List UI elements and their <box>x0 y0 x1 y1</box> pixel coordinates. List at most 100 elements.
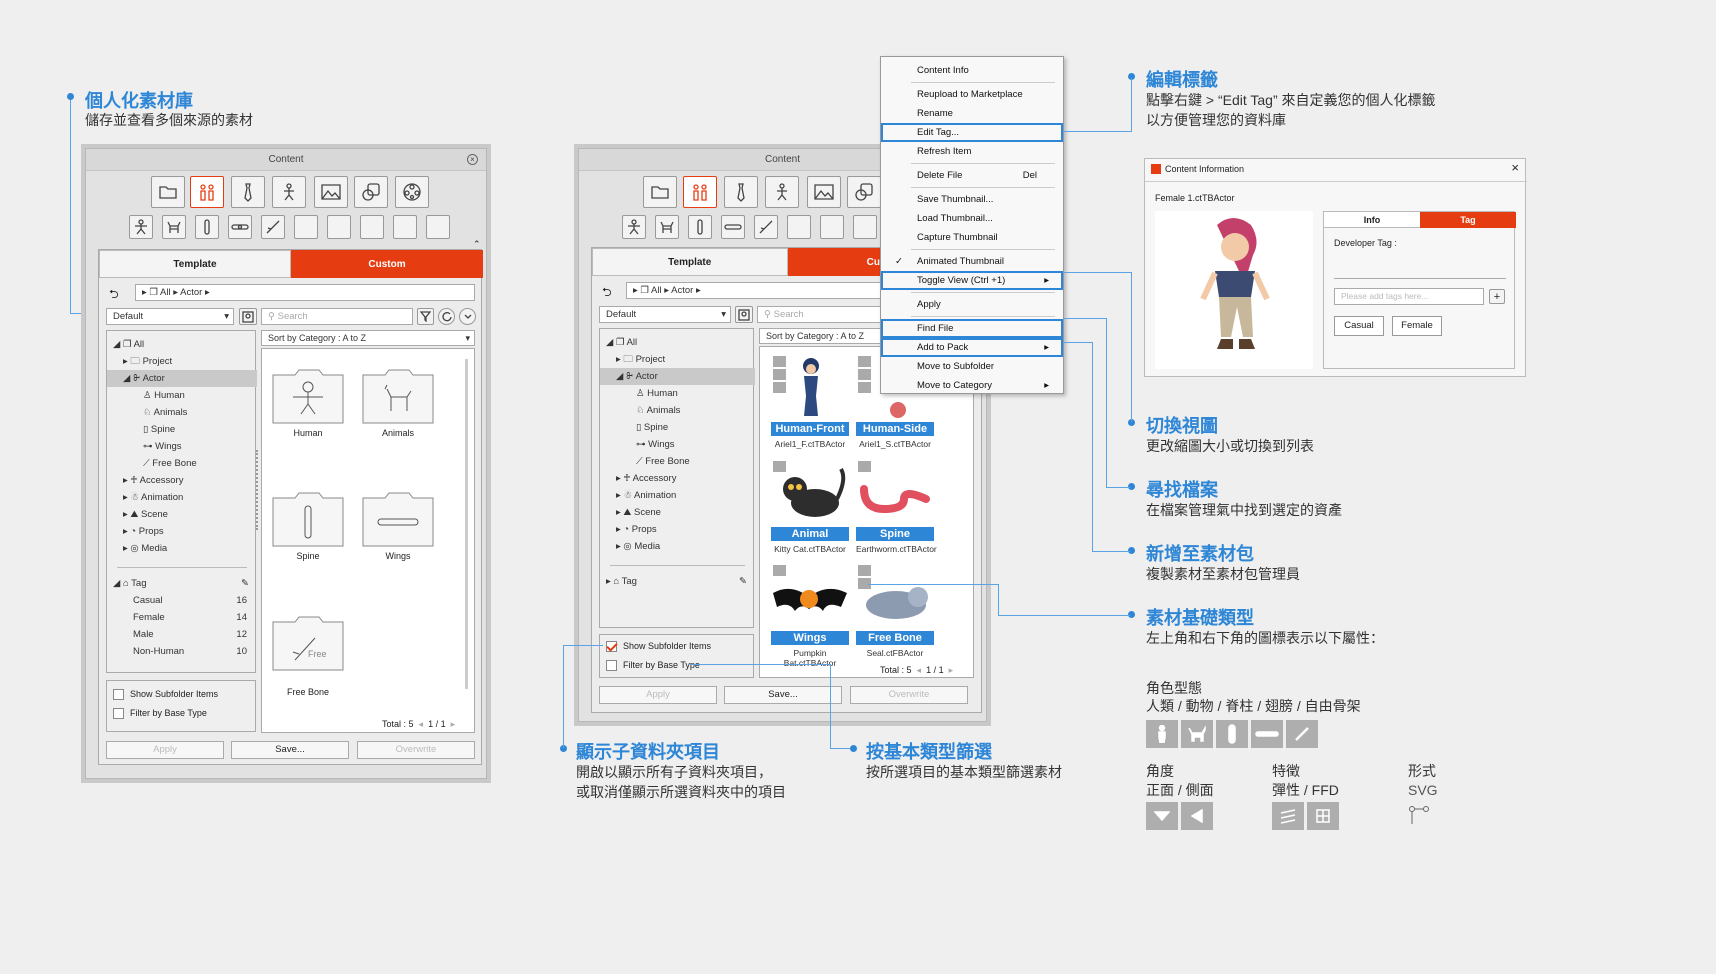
tree-item-spine[interactable]: ▯ Spine <box>107 421 257 438</box>
menu-item-move-category[interactable]: Move to Category ▸ <box>881 376 1063 395</box>
tree-item-free-bone[interactable]: ⟋ Free Bone <box>107 455 257 472</box>
show-subfolder-checkbox[interactable]: Show Subfolder Items <box>606 641 711 653</box>
media-type-icon[interactable] <box>395 176 429 208</box>
tree-item-project[interactable]: ▸ 🗀 Project <box>600 351 755 368</box>
tree-item-scene[interactable]: ▸ ⛰ Scene <box>107 506 257 523</box>
show-subfolder-checkbox[interactable]: Show Subfolder Items <box>113 689 218 701</box>
tab-custom[interactable]: Custom <box>291 250 483 278</box>
menu-item-delete[interactable]: Delete File Del <box>881 166 1063 185</box>
refresh-icon[interactable] <box>438 308 455 325</box>
empty-filter-slot[interactable] <box>426 215 450 239</box>
overwrite-button[interactable]: Overwrite <box>850 686 968 704</box>
folder-type-icon[interactable] <box>151 176 185 208</box>
filter-base-type-checkbox[interactable]: Filter by Base Type <box>606 660 700 672</box>
menu-item-find-file[interactable]: Find File <box>881 319 1063 338</box>
spine-filter-icon[interactable] <box>195 215 219 239</box>
filter-icon[interactable] <box>417 308 434 325</box>
empty-filter-slot[interactable] <box>787 215 811 239</box>
thumb-free-bone[interactable]: Free Bone Seal.ctFBActor <box>856 563 934 658</box>
tree-item-all[interactable]: ◢ ❐ All <box>600 334 755 351</box>
wings-filter-icon[interactable] <box>721 215 745 239</box>
tree-item-accessory[interactable]: ▸ ♰ Accessory <box>107 472 257 489</box>
save-button[interactable]: Save... <box>724 686 842 704</box>
overwrite-button[interactable]: Overwrite <box>357 741 475 759</box>
tag-item[interactable]: Non-Human 10 <box>107 643 257 660</box>
folder-free-bone[interactable] <box>271 614 345 672</box>
tree-item-scene[interactable]: ▸ ⛰ Scene <box>600 504 755 521</box>
tree-item-tag[interactable]: ◢ ⌂ Tag ✎ <box>107 575 257 592</box>
props-type-icon[interactable] <box>847 176 881 208</box>
actor-type-icon[interactable] <box>683 176 717 208</box>
scene-type-icon[interactable] <box>314 176 348 208</box>
close-icon[interactable]: × <box>1511 160 1519 175</box>
tree-item-actor[interactable]: ◢ ꔬ Actor <box>600 368 755 385</box>
apply-button[interactable]: Apply <box>106 741 224 759</box>
tree-item-media[interactable]: ▸ ◎ Media <box>107 540 257 557</box>
tree-item-spine[interactable]: ▯ Spine <box>600 419 755 436</box>
tree-item-animation[interactable]: ▸ ☃ Animation <box>107 489 257 506</box>
close-icon[interactable]: × <box>467 154 478 165</box>
animation-type-icon[interactable] <box>272 176 306 208</box>
folder-human[interactable] <box>271 367 345 425</box>
thumb-wings[interactable]: Wings Pumpkin Bat.ctTBActor <box>771 563 849 668</box>
tab-template[interactable]: Template <box>99 250 291 278</box>
tree-item-free-bone[interactable]: ⟋ Free Bone <box>600 453 755 470</box>
back-icon[interactable]: ⮌ <box>109 285 119 306</box>
tree-item-accessory[interactable]: ▸ ♰ Accessory <box>600 470 755 487</box>
edit-pencil-icon[interactable]: ✎ <box>739 573 747 590</box>
menu-item-edit-tag[interactable]: Edit Tag... <box>881 123 1063 142</box>
filter-base-type-checkbox[interactable]: Filter by Base Type <box>113 708 207 720</box>
tag-item[interactable]: Female 14 <box>107 609 257 626</box>
tree-item-actor[interactable]: ◢ ꔬ Actor <box>107 370 257 387</box>
tree-item-tag[interactable]: ▸ ⌂ Tag ✎ <box>600 573 755 590</box>
human-filter-icon[interactable] <box>622 215 646 239</box>
tree-item-human[interactable]: ♙ Human <box>107 387 257 404</box>
scene-type-icon[interactable] <box>807 176 841 208</box>
menu-item-rename[interactable]: Rename <box>881 104 1063 123</box>
tree-item-wings[interactable]: ⊶ Wings <box>600 436 755 453</box>
crumb-all[interactable]: All <box>160 287 171 298</box>
tree-item-all[interactable]: ◢ ❐ All <box>107 336 257 353</box>
tree-item-wings[interactable]: ⊶ Wings <box>107 438 257 455</box>
tab-template[interactable]: Template <box>592 248 788 276</box>
edit-pencil-icon[interactable]: ✎ <box>241 575 249 592</box>
tag-chip[interactable]: Casual <box>1334 316 1384 336</box>
menu-item-save-thumb[interactable]: Save Thumbnail... <box>881 190 1063 209</box>
search-input[interactable]: ⚲ Search <box>261 308 413 325</box>
tree-item-human[interactable]: ♙ Human <box>600 385 755 402</box>
thumb-spine[interactable]: Spine Earthworm.ctTBActor <box>856 459 937 554</box>
empty-filter-slot[interactable] <box>393 215 417 239</box>
menu-item-refresh[interactable]: Refresh Item <box>881 142 1063 161</box>
save-button[interactable]: Save... <box>231 741 349 759</box>
tag-item[interactable]: Casual 16 <box>107 592 257 609</box>
back-icon[interactable]: ⮌ <box>602 283 612 304</box>
library-select[interactable]: Default ▾ <box>599 306 731 323</box>
accessory-type-icon[interactable] <box>724 176 758 208</box>
folder-wings[interactable] <box>361 490 435 548</box>
menu-item-capture-thumb[interactable]: Capture Thumbnail <box>881 228 1063 247</box>
thumb-human-front[interactable]: Human-Front Ariel1_F.ctTBActor <box>771 354 849 449</box>
tree-item-animation[interactable]: ▸ ☃ Animation <box>600 487 755 504</box>
accessory-type-icon[interactable] <box>231 176 265 208</box>
user-library-icon[interactable] <box>735 306 753 323</box>
free-bone-filter-icon[interactable] <box>754 215 778 239</box>
tag-chip[interactable]: Female <box>1392 316 1442 336</box>
options-icon[interactable] <box>459 308 476 325</box>
empty-filter-slot[interactable] <box>820 215 844 239</box>
sort-select[interactable]: Sort by Category : A to Z ▾ <box>261 330 475 346</box>
free-bone-filter-icon[interactable] <box>261 215 285 239</box>
menu-item-content-info[interactable]: Content Info <box>881 61 1063 80</box>
tab-info[interactable]: Info <box>1324 212 1420 228</box>
menu-item-add-to-pack[interactable]: Add to Pack ▸ <box>881 338 1063 357</box>
animal-filter-icon[interactable] <box>655 215 679 239</box>
user-library-icon[interactable] <box>239 308 257 325</box>
tree-item-project[interactable]: ▸ 🗀 Project <box>107 353 257 370</box>
folder-spine[interactable] <box>271 490 345 548</box>
animation-type-icon[interactable] <box>765 176 799 208</box>
tag-item[interactable]: Male 12 <box>107 626 257 643</box>
apply-button[interactable]: Apply <box>599 686 717 704</box>
add-tag-button[interactable]: + <box>1489 289 1505 304</box>
animal-filter-icon[interactable] <box>162 215 186 239</box>
folder-type-icon[interactable] <box>643 176 677 208</box>
tree-item-props[interactable]: ▸ ◔ Props <box>600 521 755 538</box>
